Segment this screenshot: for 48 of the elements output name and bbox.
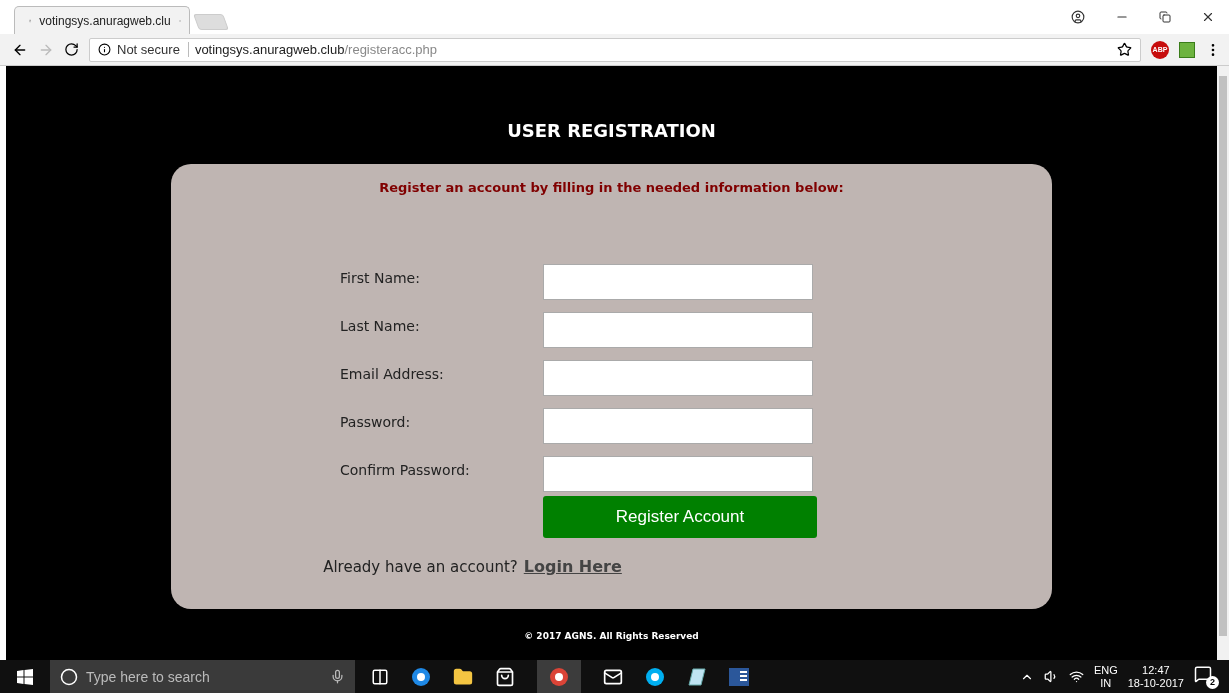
clock-time[interactable]: 12:47 — [1142, 663, 1170, 677]
windows-icon[interactable] — [17, 668, 33, 685]
skype-icon[interactable] — [645, 666, 665, 687]
user-icon[interactable] — [1071, 10, 1085, 24]
folder-icon[interactable] — [453, 666, 473, 687]
store-icon[interactable] — [495, 666, 515, 687]
tab-title: votingsys.anuragweb.clu — [39, 13, 171, 28]
scroll-thumb[interactable] — [1219, 76, 1227, 636]
region-label[interactable]: IN — [1100, 676, 1112, 690]
scrollbar[interactable] — [1217, 66, 1229, 660]
field-label: Last Name: — [340, 317, 421, 334]
footer-text: © 2017 AGNS. All Rights Reserved — [524, 631, 699, 641]
field-label: Email Address: — [340, 365, 445, 382]
address-bar[interactable]: Not secure votingsys.anuragweb.club/registeracc.php — [89, 37, 1141, 62]
clock-date[interactable]: 18-10-2017 — [1127, 676, 1184, 690]
form-instructions: Register an account by filling in the needed information below: — [379, 180, 844, 195]
field-label: Confirm Password: — [340, 461, 471, 478]
browser-icon[interactable] — [411, 666, 431, 687]
input-field[interactable] — [543, 408, 813, 444]
search-placeholder: Type here to search — [86, 668, 210, 685]
circle-icon — [60, 667, 78, 686]
wifi-icon[interactable] — [1068, 669, 1084, 684]
task-view-icon[interactable] — [371, 667, 389, 686]
register-button[interactable]: Register Account — [543, 496, 817, 538]
login-prompt: Already have an account? — [323, 558, 518, 576]
login-link[interactable]: Login Here — [523, 557, 622, 576]
input-field[interactable] — [543, 312, 813, 348]
chrome-taskbar-item[interactable] — [537, 660, 581, 693]
language-label[interactable]: ENG — [1093, 663, 1118, 677]
restore-icon[interactable] — [1159, 11, 1171, 23]
security-label: Not secure — [117, 42, 189, 57]
microphone-icon[interactable] — [330, 669, 345, 684]
url-text: votingsys.anuragweb.club/registeracc.php — [194, 42, 437, 57]
field-label: Password: — [340, 413, 412, 430]
page-title: USER REGISTRATION — [507, 120, 716, 141]
notification-count: 2 — [1206, 675, 1219, 689]
document-icon[interactable] — [729, 667, 749, 686]
taskbar-search[interactable]: Type here to search — [50, 660, 355, 693]
field-label: First Name: — [340, 269, 421, 286]
input-field[interactable] — [543, 456, 813, 492]
star-icon[interactable] — [1117, 42, 1132, 57]
input-field[interactable] — [543, 360, 813, 396]
input-field[interactable] — [543, 264, 813, 300]
browser-tab[interactable]: votingsys.anuragweb.clu — [14, 6, 190, 34]
extension-icon[interactable] — [1179, 41, 1195, 58]
reload-icon[interactable] — [64, 42, 79, 57]
notifications-button[interactable]: 2 — [1194, 664, 1219, 689]
info-icon[interactable] — [98, 43, 111, 56]
